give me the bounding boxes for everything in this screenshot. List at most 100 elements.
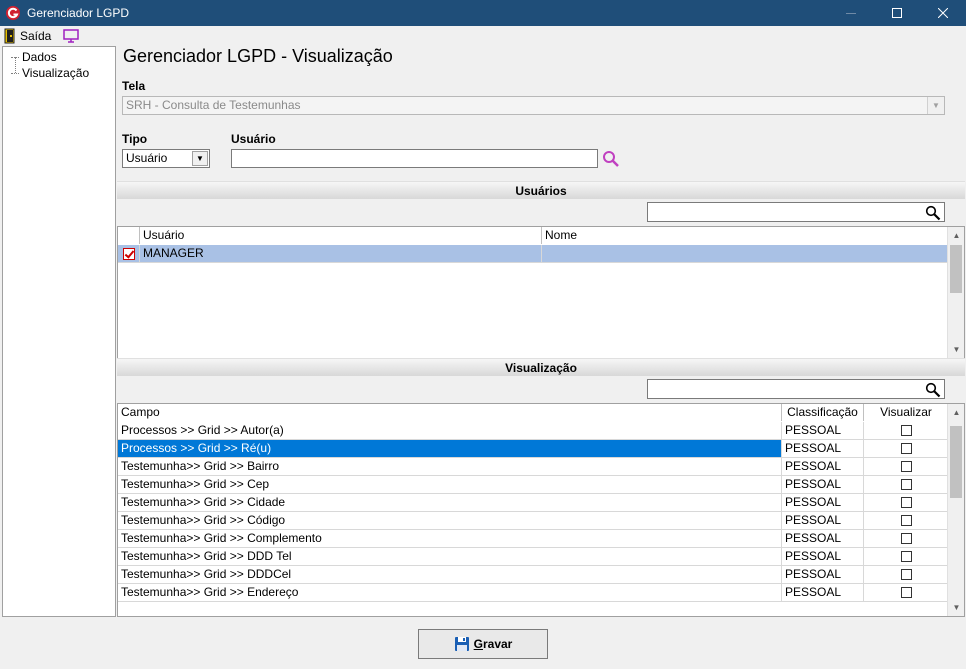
cell-visualizar[interactable] (864, 548, 948, 565)
visualizar-checkbox[interactable] (900, 551, 912, 562)
cell-classificacao: PESSOAL (782, 530, 864, 547)
cell-visualizar[interactable] (864, 566, 948, 583)
cell-visualizar[interactable] (864, 584, 948, 601)
monitor-icon (63, 29, 80, 43)
view-filter-input[interactable] (647, 379, 945, 399)
users-filter-input[interactable] (647, 202, 945, 222)
table-row[interactable]: MANAGER (118, 245, 948, 263)
cell-campo: Testemunha>> Grid >> Cidade (118, 494, 782, 511)
navigation-tree: Dados Visualização (2, 46, 116, 617)
table-row[interactable]: Testemunha>> Grid >> Cidade PESSOAL (118, 494, 948, 512)
search-icon (603, 151, 619, 167)
minimize-button[interactable] (828, 0, 874, 26)
column-header-usuario[interactable]: Usuário (140, 227, 542, 244)
column-header-classificacao[interactable]: Classificação (782, 404, 864, 421)
tela-label: Tela (122, 79, 146, 93)
cell-campo: Testemunha>> Grid >> Código (118, 512, 782, 529)
column-header-campo[interactable]: Campo (118, 404, 782, 421)
cell-visualizar[interactable] (864, 530, 948, 547)
users-grid: Usuário Nome MANAGER ▲ ▼ (117, 226, 965, 359)
cell-visualizar[interactable] (864, 494, 948, 511)
table-row[interactable]: Testemunha>> Grid >> Código PESSOAL (118, 512, 948, 530)
gravar-button-label: Gravar (473, 637, 513, 651)
scrollbar-thumb[interactable] (950, 426, 962, 498)
visualizar-checkbox[interactable] (900, 443, 912, 454)
table-row[interactable]: Testemunha>> Grid >> DDD Tel PESSOAL (118, 548, 948, 566)
view-grid-header: Campo Classificação Visualizar (118, 404, 948, 421)
visualizar-checkbox[interactable] (900, 497, 912, 508)
cell-visualizar[interactable] (864, 440, 948, 457)
search-icon[interactable] (925, 205, 941, 221)
cell-campo: Testemunha>> Grid >> DDD Tel (118, 548, 782, 565)
scroll-up-icon[interactable]: ▲ (948, 404, 964, 421)
tipo-select[interactable]: Usuário ▼ (122, 149, 210, 168)
view-grid-scrollbar[interactable]: ▲ ▼ (947, 404, 964, 616)
tipo-select-value: Usuário (126, 151, 168, 165)
view-grid: Campo Classificação Visualizar Processos… (117, 403, 965, 617)
cell-visualizar[interactable] (864, 476, 948, 493)
window-title: Gerenciador LGPD (27, 6, 130, 20)
scrollbar-thumb[interactable] (950, 245, 962, 293)
table-row[interactable]: Testemunha>> Grid >> Cep PESSOAL (118, 476, 948, 494)
visualizar-checkbox[interactable] (900, 479, 912, 490)
monitor-button[interactable] (63, 29, 80, 43)
cell-campo: Testemunha>> Grid >> DDDCel (118, 566, 782, 583)
check-column-header (118, 227, 140, 244)
column-header-visualizar[interactable]: Visualizar (864, 404, 948, 421)
tree-item-visualizacao[interactable]: Visualização (11, 66, 89, 80)
tree-item-label: Visualização (22, 66, 90, 80)
chevron-down-icon[interactable]: ▼ (192, 151, 208, 166)
visualizar-checkbox[interactable] (900, 569, 912, 580)
title-bar: Gerenciador LGPD (0, 0, 966, 26)
visualizar-checkbox[interactable] (900, 533, 912, 544)
gravar-button[interactable]: Gravar (418, 629, 548, 659)
scroll-down-icon[interactable]: ▼ (948, 341, 964, 358)
users-section-header: Usuários (117, 181, 965, 199)
menu-bar: Saída (0, 26, 966, 46)
visualizar-checkbox[interactable] (900, 515, 912, 526)
exit-label: Saída (20, 29, 52, 43)
cell-campo: Testemunha>> Grid >> Bairro (118, 458, 782, 475)
cell-campo: Testemunha>> Grid >> Endereço (118, 584, 782, 601)
cell-classificacao: PESSOAL (782, 566, 864, 583)
table-row[interactable]: Processos >> Grid >> Autor(a) PESSOAL (118, 422, 948, 440)
maximize-button[interactable] (874, 0, 920, 26)
exit-menu-item[interactable]: Saída (4, 28, 51, 44)
tree-item-dados[interactable]: Dados (11, 50, 57, 64)
table-row[interactable]: Testemunha>> Grid >> Endereço PESSOAL (118, 584, 948, 602)
tela-select[interactable]: SRH - Consulta de Testemunhas ▼ (122, 96, 945, 115)
visualizar-checkbox[interactable] (900, 461, 912, 472)
cell-usuario: MANAGER (140, 245, 542, 262)
column-header-nome[interactable]: Nome (542, 227, 948, 244)
table-row[interactable]: Testemunha>> Grid >> Complemento PESSOAL (118, 530, 948, 548)
scroll-up-icon[interactable]: ▲ (948, 227, 964, 244)
cell-classificacao: PESSOAL (782, 512, 864, 529)
visualizar-checkbox[interactable] (900, 425, 912, 436)
table-row[interactable]: Testemunha>> Grid >> DDDCel PESSOAL (118, 566, 948, 584)
cell-classificacao: PESSOAL (782, 548, 864, 565)
visualizar-checkbox[interactable] (900, 587, 912, 598)
usuario-input[interactable] (231, 149, 598, 168)
cell-campo: Processos >> Grid >> Ré(u) (118, 440, 782, 457)
row-checkbox[interactable] (118, 245, 140, 262)
cell-nome (542, 245, 948, 262)
close-button[interactable] (920, 0, 966, 26)
tela-select-value: SRH - Consulta de Testemunhas (126, 98, 301, 112)
chevron-down-icon[interactable]: ▼ (927, 97, 944, 114)
table-row-selected[interactable]: Processos >> Grid >> Ré(u) PESSOAL (118, 440, 948, 458)
cell-classificacao: PESSOAL (782, 476, 864, 493)
exit-door-icon (4, 28, 15, 44)
cell-classificacao: PESSOAL (782, 494, 864, 511)
cell-visualizar[interactable] (864, 458, 948, 475)
cell-visualizar[interactable] (864, 512, 948, 529)
search-icon[interactable] (925, 382, 941, 398)
scroll-down-icon[interactable]: ▼ (948, 599, 964, 616)
cell-campo: Testemunha>> Grid >> Cep (118, 476, 782, 493)
users-grid-header: Usuário Nome (118, 227, 948, 244)
usuario-search-button[interactable] (601, 149, 621, 169)
table-row[interactable]: Testemunha>> Grid >> Bairro PESSOAL (118, 458, 948, 476)
users-grid-scrollbar[interactable]: ▲ ▼ (947, 227, 964, 358)
cell-classificacao: PESSOAL (782, 422, 864, 439)
cell-visualizar[interactable] (864, 422, 948, 439)
checkbox-checked-icon[interactable] (122, 247, 135, 260)
